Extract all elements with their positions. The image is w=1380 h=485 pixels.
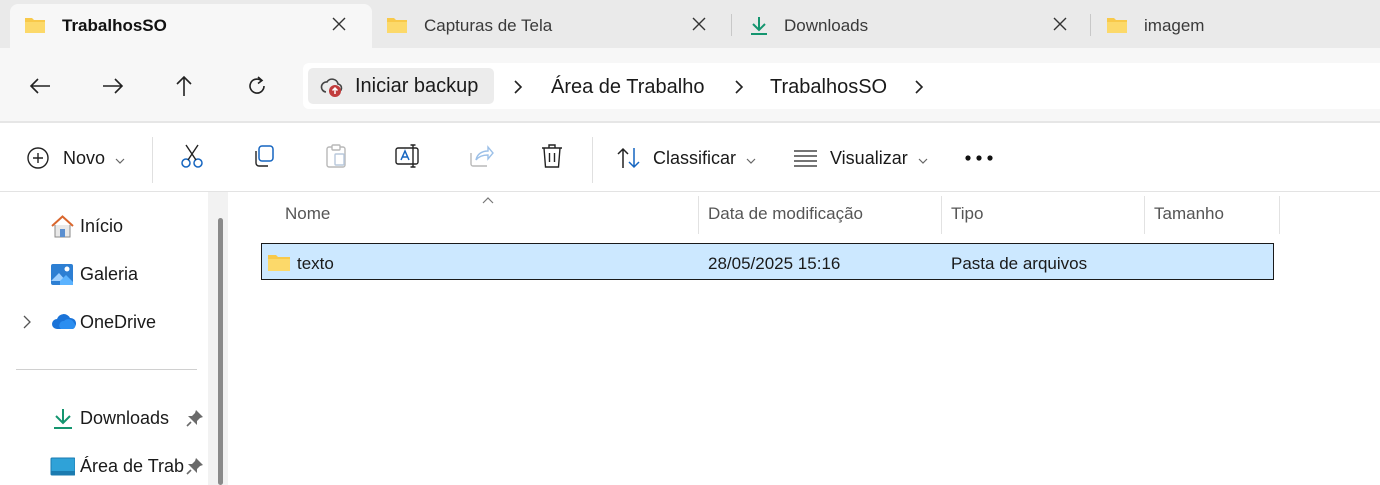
column-header-name[interactable]: Nome (285, 204, 330, 224)
breadcrumb-root-label: Iniciar backup (355, 75, 479, 97)
tab-imagem[interactable]: imagem (1092, 4, 1380, 48)
cloud-backup-icon (320, 75, 344, 99)
chevron-down-icon (115, 153, 125, 164)
pin-icon[interactable] (186, 409, 204, 427)
list-view-icon (793, 148, 818, 168)
navigation-bar: Iniciar backup Área de Trabalho Trabalho… (0, 48, 1380, 122)
cloud-icon (51, 310, 77, 335)
tab-downloads[interactable]: Downloads (732, 4, 1090, 48)
new-button-label: Novo (63, 147, 106, 168)
back-button[interactable] (22, 68, 58, 104)
download-icon (748, 15, 770, 35)
view-button-label: Visualizar (830, 147, 908, 168)
file-modified: 28/05/2025 15:16 (708, 254, 841, 273)
plus-circle-icon (26, 146, 50, 170)
paste-button[interactable] (324, 141, 348, 175)
sort-button-label: Classificar (653, 147, 737, 168)
sidebar-item-downloads[interactable]: Downloads (0, 398, 210, 438)
tab-capturas-de-tela[interactable]: Capturas de Tela (372, 4, 732, 48)
sort-ascending-icon (481, 192, 495, 204)
view-button[interactable]: Visualizar (793, 141, 928, 175)
chevron-right-icon[interactable] (731, 79, 747, 95)
sidebar-item-area-de-trabalho[interactable]: Área de Traba (0, 446, 210, 485)
chevron-down-icon (918, 153, 928, 164)
more-options-button[interactable] (964, 141, 994, 175)
address-bar[interactable]: Iniciar backup Área de Trabalho Trabalho… (303, 63, 1380, 109)
rename-icon (395, 143, 421, 173)
breadcrumb-root[interactable]: Iniciar backup (308, 68, 494, 104)
column-separator[interactable] (1279, 196, 1280, 234)
new-button[interactable]: Novo (26, 141, 125, 175)
folder-icon (267, 252, 291, 272)
column-header-modified[interactable]: Data de modificação (708, 204, 863, 224)
tab-label: TrabalhosSO (62, 16, 167, 35)
sidebar-item-label: Downloads (80, 408, 170, 428)
home-icon (50, 214, 75, 239)
breadcrumb-item[interactable]: Área de Trabalho (551, 76, 704, 99)
column-header-type[interactable]: Tipo (951, 204, 983, 224)
table-row[interactable]: texto 28/05/2025 15:16 Pasta de arquivos (261, 243, 1274, 280)
download-icon (52, 406, 77, 431)
up-button[interactable] (166, 68, 202, 104)
file-list: Nome Data de modificação Tipo Tamanho te… (236, 192, 1380, 485)
copy-icon (252, 144, 276, 173)
sidebar-divider (16, 369, 197, 370)
column-separator[interactable] (1144, 196, 1145, 234)
folder-icon (24, 15, 46, 35)
folder-icon (386, 15, 408, 35)
delete-button[interactable] (540, 141, 564, 175)
folder-icon (1106, 15, 1128, 35)
sidebar-item-label: Início (80, 216, 124, 236)
sidebar-item-label: OneDrive (80, 312, 157, 332)
breadcrumb-item[interactable]: TrabalhosSO (770, 76, 887, 99)
sidebar-item-label: Área de Traba (80, 456, 184, 476)
tab-separator (1090, 14, 1091, 36)
chevron-down-icon (746, 153, 756, 164)
sidebar-item-onedrive[interactable]: OneDrive (0, 302, 210, 342)
scissors-icon (180, 143, 204, 174)
tab-label: Capturas de Tela (424, 16, 553, 35)
scrollbar-thumb[interactable] (218, 218, 223, 485)
file-type: Pasta de arquivos (951, 254, 1088, 273)
rename-button[interactable] (395, 141, 421, 175)
cut-button[interactable] (180, 141, 204, 175)
pin-icon[interactable] (186, 457, 204, 475)
chevron-right-icon[interactable] (20, 315, 34, 329)
navigation-pane: Início Galeria OneDrive Downloads Área d… (0, 192, 236, 485)
tab-trabalhosso[interactable]: TrabalhosSO (10, 4, 372, 48)
share-button[interactable] (468, 141, 494, 175)
sidebar-item-galeria[interactable]: Galeria (0, 254, 210, 294)
close-icon[interactable] (1049, 13, 1071, 35)
close-icon[interactable] (688, 13, 710, 35)
toolbar-separator (592, 137, 593, 183)
sort-button[interactable]: Classificar (616, 141, 756, 175)
column-separator[interactable] (941, 196, 942, 234)
column-header-size[interactable]: Tamanho (1154, 204, 1224, 224)
toolbar-separator (152, 137, 153, 183)
sort-icon (616, 146, 642, 170)
copy-button[interactable] (252, 141, 276, 175)
chevron-right-icon[interactable] (911, 79, 927, 95)
forward-button[interactable] (95, 68, 131, 104)
tab-label: imagem (1144, 16, 1205, 35)
more-icon (964, 149, 994, 167)
sidebar-item-label: Galeria (80, 264, 139, 284)
trash-icon (540, 143, 564, 174)
column-separator[interactable] (698, 196, 699, 234)
desktop-icon (50, 454, 76, 479)
tab-strip: TrabalhosSO Capturas de Tela Downloads i… (0, 0, 1380, 48)
command-bar: Novo Classificar Visualizar (0, 123, 1380, 191)
close-icon[interactable] (328, 13, 350, 35)
chevron-right-icon[interactable] (510, 79, 526, 95)
refresh-button[interactable] (239, 68, 275, 104)
sidebar-item-inicio[interactable]: Início (0, 206, 210, 246)
tab-label: Downloads (784, 16, 869, 35)
file-name: texto (297, 254, 334, 273)
gallery-icon (50, 262, 75, 287)
clipboard-icon (324, 143, 348, 174)
share-icon (468, 144, 494, 173)
